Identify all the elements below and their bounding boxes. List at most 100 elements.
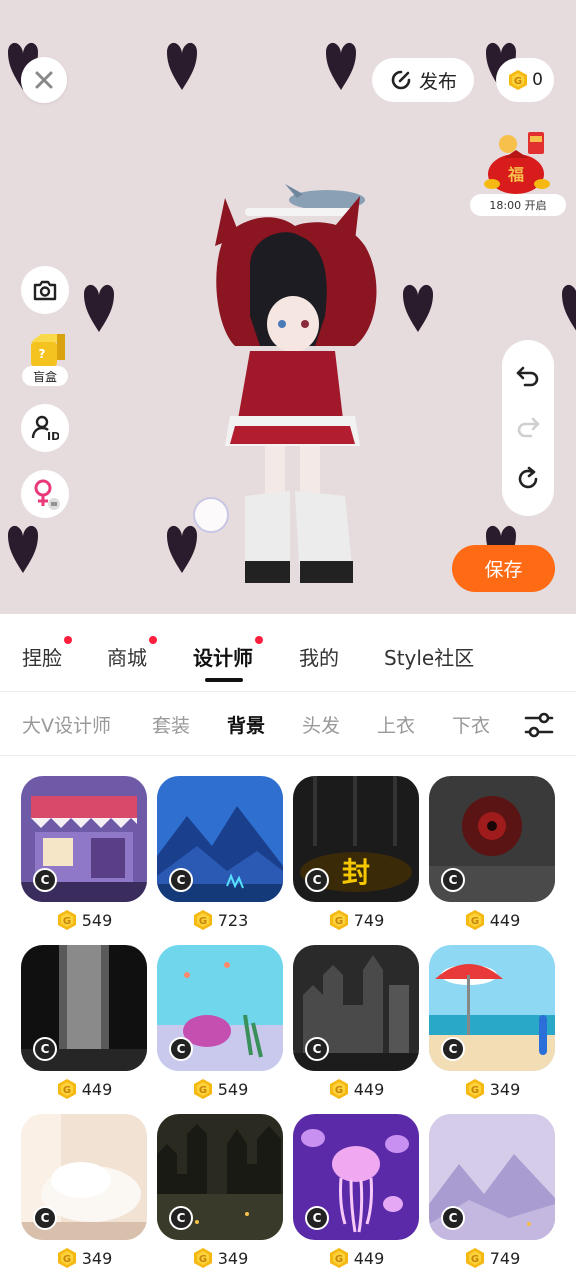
svg-text:G: G — [199, 1085, 207, 1096]
tab-label: 设计师 — [193, 646, 253, 670]
heart-decoration-icon — [403, 284, 433, 332]
coin-icon: G — [329, 910, 348, 930]
person-id-icon: ID — [31, 415, 59, 442]
background-thumbnail: C — [21, 1114, 147, 1240]
tab-label: 商城 — [107, 646, 147, 670]
avatar-character[interactable] — [205, 176, 390, 588]
close-icon — [35, 71, 53, 89]
undo-icon[interactable] — [515, 364, 541, 388]
category-tab-hair[interactable]: 头发 — [302, 711, 340, 738]
rotate-handle[interactable] — [193, 497, 229, 533]
background-item-card[interactable]: C G 449 — [293, 945, 419, 1099]
avatar-stage: 发布 G 0 福 18:00 开启 ? 盲盒 ID 保存 — [0, 0, 576, 614]
heart-decoration-icon — [167, 525, 197, 573]
category-tab-bottom[interactable]: 下衣 — [452, 711, 490, 738]
svg-text:G: G — [335, 1254, 343, 1265]
camera-button[interactable] — [21, 266, 69, 314]
coin-icon: G — [57, 1248, 76, 1268]
publish-label: 发布 — [418, 70, 457, 93]
item-price: G 749 — [293, 908, 419, 932]
background-item-card[interactable]: C G 449 — [21, 945, 147, 1099]
tab-mall[interactable]: 商城 — [107, 636, 157, 671]
redo-icon[interactable] — [515, 415, 541, 439]
event-time-label: 18:00 开启 — [470, 194, 566, 216]
background-thumbnail: C — [429, 1114, 555, 1240]
background-item-card[interactable]: C G 349 — [429, 945, 555, 1099]
save-button[interactable]: 保存 — [452, 545, 555, 592]
svg-text:封: 封 — [342, 856, 370, 889]
tab-label: 捏脸 — [22, 646, 62, 670]
lucky-bag-event[interactable]: 福 18:00 开启 — [470, 122, 568, 216]
background-thumbnail: 封C — [293, 776, 419, 902]
publish-button[interactable]: 发布 — [372, 58, 474, 102]
gender-switch-button[interactable] — [21, 470, 69, 518]
background-item-card[interactable]: 封 C G 749 — [293, 776, 419, 930]
copyright-badge-icon: C — [441, 868, 465, 892]
coin-icon: G — [329, 1248, 348, 1268]
item-price-value: 349 — [217, 1248, 249, 1268]
background-thumbnail: C — [157, 945, 283, 1071]
category-tab-background[interactable]: 背景 — [227, 711, 265, 738]
item-price-value: 349 — [81, 1248, 113, 1268]
tab-style-community[interactable]: Style社区 — [384, 642, 474, 671]
item-price-value: 749 — [353, 910, 385, 930]
coin-icon: G — [57, 910, 76, 930]
item-price-value: 749 — [489, 1248, 521, 1268]
copyright-badge-icon: C — [33, 868, 57, 892]
svg-text:G: G — [63, 916, 71, 927]
background-item-card[interactable]: C G 449 — [429, 776, 555, 930]
tab-face[interactable]: 捏脸 — [22, 636, 72, 671]
coin-icon: G — [509, 70, 528, 90]
tab-mine[interactable]: 我的 — [299, 642, 339, 671]
svg-text:G: G — [514, 76, 522, 87]
coin-icon: G — [465, 1248, 484, 1268]
main-tab-bar: 捏脸 商城 设计师 我的 Style社区 — [0, 614, 576, 692]
svg-text:G: G — [471, 1254, 479, 1265]
close-button[interactable] — [21, 57, 67, 103]
background-item-card[interactable]: C G 549 — [157, 945, 283, 1099]
category-tab-top[interactable]: 上衣 — [377, 711, 415, 738]
coin-icon: G — [465, 910, 484, 930]
item-price-value: 449 — [489, 910, 521, 930]
reset-icon[interactable] — [515, 466, 541, 492]
history-panel — [502, 340, 554, 516]
blind-box-icon: ? — [31, 334, 65, 366]
coin-icon: G — [193, 1079, 212, 1099]
item-price: G 349 — [21, 1246, 147, 1270]
heart-decoration-icon — [8, 525, 38, 573]
filter-icon[interactable] — [524, 711, 554, 739]
female-swap-icon — [34, 479, 60, 510]
background-item-card[interactable]: C G 723 — [157, 776, 283, 930]
notification-dot — [149, 636, 157, 644]
item-price-value: 349 — [489, 1079, 521, 1099]
svg-text:?: ? — [39, 347, 46, 361]
background-item-card[interactable]: C G 349 — [21, 1114, 147, 1268]
background-thumbnail: C — [429, 776, 555, 902]
blind-box-button[interactable]: ? 盲盒 — [20, 332, 70, 388]
svg-text:ID: ID — [47, 430, 59, 442]
active-tab-indicator — [205, 678, 243, 682]
blind-box-label: 盲盒 — [22, 366, 68, 386]
background-item-card[interactable]: C G 449 — [293, 1114, 419, 1268]
tab-label: Style社区 — [384, 646, 475, 670]
background-item-card[interactable]: C G 549 — [21, 776, 147, 930]
svg-text:G: G — [63, 1085, 71, 1096]
avatar-id-button[interactable]: ID — [21, 404, 69, 452]
background-thumbnail: C — [21, 945, 147, 1071]
background-item-card[interactable]: C G 349 — [157, 1114, 283, 1268]
copyright-badge-icon: C — [169, 1037, 193, 1061]
background-item-card[interactable]: C G 749 — [429, 1114, 555, 1268]
item-price: G 449 — [429, 908, 555, 932]
category-tab-bar: 大V设计师 套装 背景 头发 上衣 下衣 — [0, 692, 576, 756]
coin-icon: G — [193, 1248, 212, 1268]
tab-label: 我的 — [299, 646, 339, 670]
coin-balance[interactable]: G 0 — [496, 58, 554, 102]
category-tab-top-designer[interactable]: 大V设计师 — [22, 711, 111, 738]
copyright-badge-icon: C — [169, 1206, 193, 1230]
background-thumbnail: C — [429, 945, 555, 1071]
svg-text:G: G — [335, 1085, 343, 1096]
svg-text:福: 福 — [507, 165, 524, 184]
category-tab-outfit[interactable]: 套装 — [152, 711, 190, 738]
tab-designer[interactable]: 设计师 — [193, 636, 263, 671]
coin-icon: G — [329, 1079, 348, 1099]
